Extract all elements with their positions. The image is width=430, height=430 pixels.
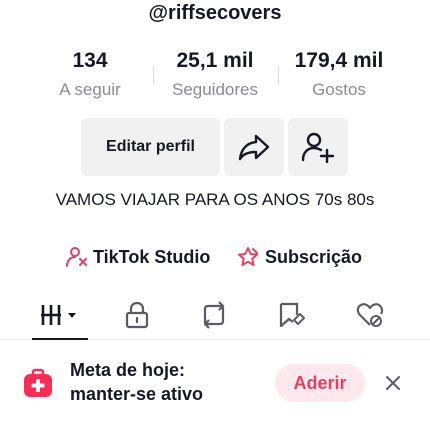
banner-title: Meta de hoje:: [70, 360, 186, 380]
stat-followers-count: 25,1 mil: [176, 49, 254, 72]
subscription-link[interactable]: Subscrição: [236, 246, 362, 268]
banner-subtitle: manter-se ativo: [70, 384, 204, 404]
close-banner-button[interactable]: [380, 370, 406, 396]
favorites-icon: [279, 302, 305, 328]
tab-liked[interactable]: [340, 292, 400, 338]
studio-user-icon: [66, 247, 87, 267]
tab-private[interactable]: [107, 292, 167, 338]
close-icon: [386, 376, 400, 390]
add-friend-button[interactable]: [288, 118, 348, 176]
daily-goal-banner: Meta de hoje: manter-se ativo Aderir: [0, 356, 430, 412]
medkit-icon: [24, 368, 52, 397]
stats-row: 134 A seguir 25,1 mil Seguidores 179,4 m…: [0, 48, 430, 104]
tab-favorites[interactable]: [262, 292, 322, 338]
stat-followers[interactable]: 25,1 mil Seguidores: [150, 48, 280, 100]
stat-likes[interactable]: 179,4 mil Gostos: [274, 48, 404, 100]
lock-icon: [125, 301, 149, 329]
active-tab-indicator: [32, 338, 88, 340]
edit-profile-button[interactable]: Editar perfil: [81, 118, 220, 176]
tiktok-studio-label: TikTok Studio: [93, 246, 211, 267]
profile-bio: VAMOS VIAJAR PARA OS ANOS 70s 80s: [55, 190, 375, 209]
stat-following-count: 134: [72, 49, 108, 72]
join-button[interactable]: Aderir: [275, 364, 365, 402]
stat-likes-count: 179,4 mil: [294, 49, 384, 72]
share-arrow-icon: [238, 134, 270, 161]
videos-grid-icon: [41, 305, 76, 325]
stat-following[interactable]: 134 A seguir: [25, 48, 155, 100]
repost-icon: [203, 301, 225, 329]
profile-tabs: [0, 292, 430, 340]
subscription-label: Subscrição: [265, 246, 363, 267]
username: @riffsecovers: [148, 2, 282, 24]
stat-followers-label: Seguidores: [171, 80, 258, 99]
stat-following-label: A seguir: [59, 80, 121, 99]
tiktok-studio-link[interactable]: TikTok Studio: [66, 246, 210, 268]
banner-text: Meta de hoje: manter-se ativo: [70, 358, 203, 406]
liked-icon: [356, 303, 384, 327]
add-user-icon: [301, 132, 335, 163]
share-profile-button[interactable]: [224, 118, 284, 176]
tab-reposts[interactable]: [184, 292, 244, 338]
star-badge-icon: [238, 247, 258, 266]
profile-links: TikTok Studio Subscrição: [0, 246, 430, 274]
stat-likes-label: Gostos: [312, 80, 366, 99]
tab-videos[interactable]: [30, 292, 90, 338]
